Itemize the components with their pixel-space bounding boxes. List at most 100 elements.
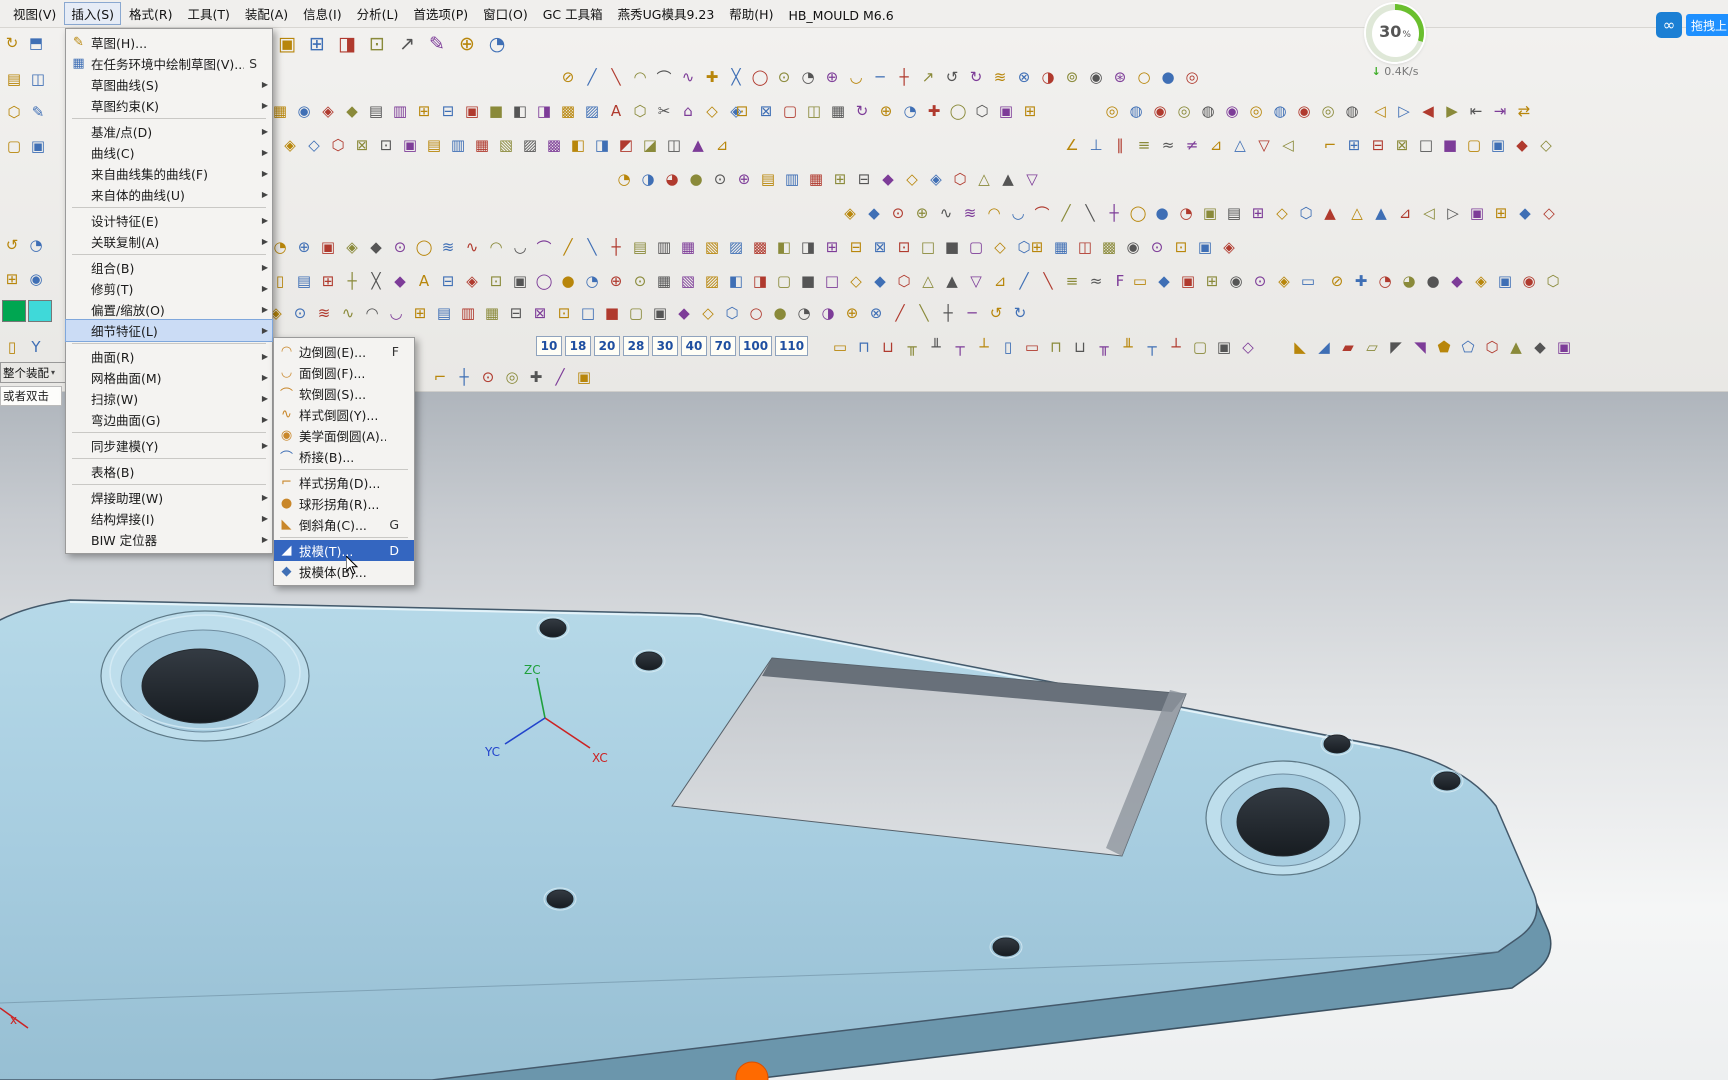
menu-item[interactable]: 扫掠(W)▶ [66, 388, 272, 409]
toolbar-icon[interactable]: ▯ [0, 334, 24, 360]
net-speed-widget[interactable]: 30 % ↓ 0.4K/s [1363, 4, 1427, 78]
toolbar-icon[interactable]: ⊟ [1366, 132, 1390, 158]
toolbar-icon[interactable]: ▢ [778, 98, 802, 124]
toolbar-icon[interactable]: ▢ [624, 300, 648, 326]
toolbar-icon[interactable]: ▷ [1392, 98, 1416, 124]
toolbar-icon[interactable]: ╱ [1054, 200, 1078, 226]
toolbar-icon[interactable]: ◇ [844, 268, 868, 294]
toolbar-icon[interactable]: ⌐ [428, 364, 452, 390]
menu-item[interactable]: 组合(B)▶ [66, 257, 272, 278]
toolbar-icon[interactable]: ▯ [996, 334, 1020, 360]
toolbar-icon[interactable]: ⊿ [1393, 200, 1417, 226]
toolbar-icon[interactable]: ● [556, 268, 580, 294]
toolbar-icon[interactable]: ↺ [940, 64, 964, 90]
toolbar-icon[interactable]: ▣ [648, 300, 672, 326]
toolbar-icon[interactable]: ▣ [26, 133, 50, 159]
toolbar-icon[interactable]: ▤ [292, 268, 316, 294]
toolbar-icon[interactable]: ◯ [1126, 200, 1150, 226]
toolbar-icon[interactable]: ┼ [452, 364, 476, 390]
toolbar-icon[interactable]: ◈ [1469, 268, 1493, 294]
menu-item[interactable]: 来自体的曲线(U)▶ [66, 184, 272, 205]
toolbar-icon[interactable]: ≠ [1180, 132, 1204, 158]
toolbar-icon[interactable]: ◈ [316, 98, 340, 124]
toolbar-icon[interactable]: ┬ [948, 334, 972, 360]
menu-item[interactable]: 细节特征(L)▶ [66, 320, 272, 341]
toolbar-icon[interactable]: ⊠ [350, 132, 374, 158]
toolbar-icon[interactable]: ⊥ [1084, 132, 1108, 158]
toolbar-icon[interactable]: ▢ [1188, 334, 1212, 360]
toolbar-icon[interactable]: ◉ [1084, 64, 1108, 90]
toolbar-icon[interactable]: ▣ [460, 98, 484, 124]
toolbar-icon[interactable]: ↺ [0, 232, 24, 258]
toolbar-icon[interactable]: ⬠ [1456, 334, 1480, 360]
toolbar-icon[interactable]: ◡ [1006, 200, 1030, 226]
toolbar-icon[interactable]: ◈ [340, 234, 364, 260]
drag-upload-widget[interactable]: ∞ 拖拽上 [1656, 12, 1728, 38]
toolbar-icon[interactable]: ▣ [1486, 132, 1510, 158]
toolbar-icon[interactable]: ⊞ [1489, 200, 1513, 226]
toolbar-icon[interactable]: ∿ [460, 234, 484, 260]
toolbar-icon[interactable]: ⊞ [1342, 132, 1366, 158]
toolbar-icon[interactable]: ▭ [1296, 268, 1320, 294]
toolbar-icon[interactable]: ⊗ [864, 300, 888, 326]
toolbar-icon[interactable]: ○ [1132, 64, 1156, 90]
toolbar-icon[interactable]: ◑ [816, 300, 840, 326]
toolbar-icon[interactable]: ≡ [1132, 132, 1156, 158]
color-swatch-cyan[interactable] [28, 300, 52, 322]
size-chip[interactable]: 110 [775, 336, 808, 356]
toolbar-icon[interactable]: ⌂ [676, 98, 700, 124]
menubar-item[interactable]: 燕秀UG模具9.23 [611, 2, 722, 25]
toolbar-icon[interactable]: ∠ [1060, 132, 1084, 158]
toolbar-icon[interactable]: ◨ [796, 234, 820, 260]
toolbar-icon[interactable]: ▣ [1493, 268, 1517, 294]
menu-item[interactable]: 设计特征(E)▶ [66, 210, 272, 231]
toolbar-icon[interactable]: ✂ [652, 98, 676, 124]
toolbar-icon[interactable]: Y [24, 334, 48, 360]
menu-item[interactable]: 偏置/缩放(O)▶ [66, 299, 272, 320]
toolbar-icon[interactable]: ⬒ [24, 30, 48, 56]
toolbar-icon[interactable]: ⬡ [326, 132, 350, 158]
toolbar-icon[interactable]: ◨ [332, 30, 362, 58]
menu-item[interactable]: 同步建模(Y)▶ [66, 435, 272, 456]
toolbar-icon[interactable]: ■ [600, 300, 624, 326]
menu-item[interactable]: 曲面(R)▶ [66, 346, 272, 367]
toolbar-icon[interactable]: ◇ [900, 166, 924, 192]
toolbar-icon[interactable]: ≋ [988, 64, 1012, 90]
toolbar-icon[interactable]: ◈ [838, 200, 862, 226]
toolbar-icon[interactable]: ▦ [652, 268, 676, 294]
toolbar-icon[interactable]: ◇ [696, 300, 720, 326]
toolbar-icon[interactable]: ⊡ [1169, 234, 1193, 260]
toolbar-icon[interactable]: ⊟ [852, 166, 876, 192]
toolbar-icon[interactable]: ▩ [556, 98, 580, 124]
toolbar-icon[interactable]: ◁ [1368, 98, 1392, 124]
toolbar-icon[interactable]: ≈ [1156, 132, 1180, 158]
toolbar-icon[interactable]: ▥ [456, 300, 480, 326]
toolbar-icon[interactable]: ┴ [972, 334, 996, 360]
toolbar-icon[interactable]: ⊞ [820, 234, 844, 260]
toolbar-icon[interactable]: ◆ [1513, 200, 1537, 226]
toolbar-icon[interactable]: ▽ [1020, 166, 1044, 192]
toolbar-icon[interactable]: ▤ [1222, 200, 1246, 226]
toolbar-icon[interactable]: ◎ [1172, 98, 1196, 124]
toolbar-icon[interactable]: ⬡ [1480, 334, 1504, 360]
toolbar-icon[interactable]: ⊘ [556, 64, 580, 90]
menubar-item[interactable]: 装配(A) [238, 2, 295, 25]
toolbar-icon[interactable]: ▣ [398, 132, 422, 158]
toolbar-icon[interactable]: ╳ [364, 268, 388, 294]
toolbar-icon[interactable]: ◢ [1312, 334, 1336, 360]
toolbar-icon[interactable]: ◫ [26, 66, 50, 92]
toolbar-icon[interactable]: ▣ [508, 268, 532, 294]
toolbar-icon[interactable]: ▣ [272, 30, 302, 58]
toolbar-icon[interactable]: ▨ [580, 98, 604, 124]
toolbar-icon[interactable]: ◁ [1417, 200, 1441, 226]
toolbar-icon[interactable]: ▣ [1465, 200, 1489, 226]
toolbar-icon[interactable]: ◔ [24, 232, 48, 258]
toolbar-icon[interactable]: ⌐ [1318, 132, 1342, 158]
toolbar-icon[interactable]: ⊙ [628, 268, 652, 294]
toolbar-icon[interactable]: ◉ [292, 98, 316, 124]
toolbar-icon[interactable]: ↺ [984, 300, 1008, 326]
toolbar-icon[interactable]: ◆ [340, 98, 364, 124]
toolbar-icon[interactable]: ◡ [844, 64, 868, 90]
toolbar-icon[interactable]: ⬡ [1294, 200, 1318, 226]
toolbar-icon[interactable]: ◔ [796, 64, 820, 90]
